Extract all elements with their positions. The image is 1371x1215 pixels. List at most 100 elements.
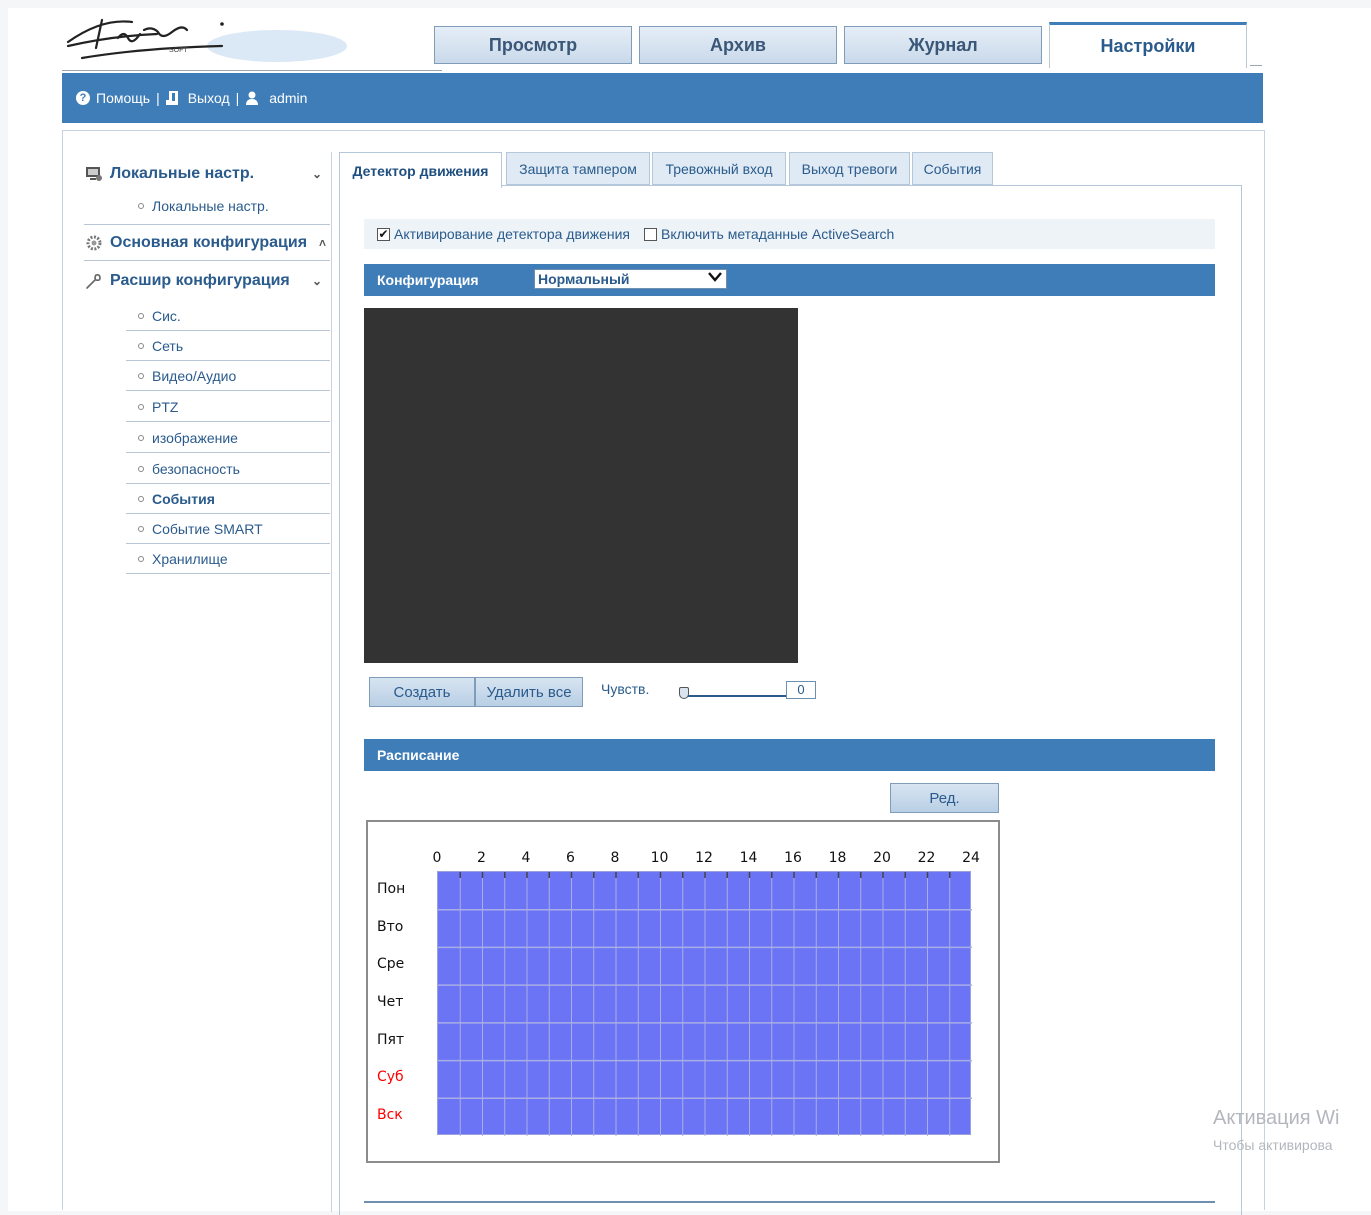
enable-motion-checkbox[interactable]: ✔: [377, 227, 390, 241]
bullet-icon: [138, 203, 144, 209]
sidebar-item-label: Сеть: [152, 337, 184, 354]
hour-label: 12: [695, 850, 713, 866]
day-label: Пят: [377, 1031, 405, 1048]
delete-all-button[interactable]: Удалить все: [475, 677, 583, 707]
sidebar-group-basic[interactable]: Основная конфигурация ˄: [84, 224, 330, 261]
bullet-icon: [138, 495, 144, 502]
sensitivity-slider-handle[interactable]: [679, 687, 689, 699]
sidebar-item-ptz[interactable]: PTZ: [126, 392, 330, 422]
metadata-checkbox[interactable]: [644, 227, 658, 241]
tab-tamper-protection[interactable]: Защита тампером: [506, 152, 650, 185]
gear-icon: [84, 235, 104, 251]
user-icon: [245, 91, 259, 105]
tab-view[interactable]: Просмотр: [434, 26, 632, 64]
user-info: admin: [245, 90, 307, 106]
tab-alarm-output[interactable]: Выход тревоги: [789, 152, 910, 185]
day-label: Сре: [377, 956, 405, 973]
logout-link[interactable]: Выход: [165, 90, 230, 106]
hour-label: 6: [566, 850, 575, 866]
top-bar: ? Помощь | Выход | admin: [62, 73, 1263, 123]
sidebar-item-image[interactable]: изображение: [126, 423, 330, 453]
wrench-icon: [84, 272, 104, 290]
logo: SOFT: [62, 8, 352, 70]
tab-events[interactable]: События: [912, 152, 993, 185]
sidebar-group-label: Основная конфигурация: [110, 233, 308, 251]
hour-label: 18: [828, 850, 847, 866]
hour-label: 2: [477, 850, 486, 866]
sidebar-item-label: Хранилище: [152, 550, 228, 567]
sidebar-item-label: PTZ: [152, 398, 179, 415]
sensitivity-slider-track[interactable]: [683, 695, 786, 697]
hour-label: 4: [521, 850, 531, 866]
help-link[interactable]: ? Помощь: [62, 90, 150, 106]
sidebar-item-label: Событие SMART: [152, 520, 263, 537]
sidebar-item-system[interactable]: Сис.: [126, 301, 330, 331]
tab-journal[interactable]: Журнал: [844, 26, 1042, 64]
sidebar-item-network[interactable]: Сеть: [126, 331, 330, 361]
schedule-grid[interactable]: [437, 871, 972, 1136]
hour-label: 0: [432, 850, 442, 866]
sidebar-item-label: изображение: [152, 429, 238, 446]
day-label: Пон: [377, 880, 406, 897]
sidebar-item-label: безопасность: [152, 460, 240, 477]
tab-underline: [1250, 65, 1262, 66]
activation-watermark: Активация Wi: [1213, 1107, 1340, 1129]
hour-label: 24: [962, 850, 980, 866]
logout-label: Выход: [187, 90, 230, 106]
edit-schedule-button[interactable]: Ред.: [890, 783, 999, 813]
activation-watermark-sub: Чтобы активирова: [1213, 1137, 1333, 1153]
create-button[interactable]: Создать: [369, 677, 475, 707]
sidebar-group-local[interactable]: Локальные настр. ⌄: [84, 155, 330, 192]
day-label: Вто: [377, 918, 404, 935]
sidebar-item-label: События: [152, 490, 215, 507]
bullet-icon: [138, 555, 144, 562]
sidebar-item-local-settings[interactable]: Локальные настр.: [126, 191, 330, 221]
day-label: Чет: [377, 994, 404, 1010]
config-label: Конфигурация: [377, 272, 479, 288]
sidebar-item-smart-events[interactable]: Событие SMART: [126, 514, 330, 544]
motion-options-row: ✔ Активирование детектора движения Включ…: [364, 219, 1215, 249]
config-bar: Конфигурация: [364, 264, 1215, 296]
day-label: Вск: [377, 1107, 403, 1124]
hour-label: 8: [610, 850, 620, 866]
sensitivity-label: Чувств.: [601, 681, 650, 697]
section-divider: [364, 1201, 1215, 1203]
bullet-icon: [138, 403, 144, 410]
tab-alarm-input[interactable]: Тревожный вход: [652, 152, 786, 185]
chevron-down-icon: ⌄: [311, 166, 322, 181]
separator: |: [156, 90, 160, 106]
hour-label: 20: [873, 850, 891, 866]
schedule-title: Расписание: [377, 747, 460, 763]
bullet-icon: [138, 312, 144, 319]
config-select[interactable]: Нормальный: [534, 269, 727, 289]
sidebar-item-label: Локальные настр.: [152, 198, 269, 214]
tab-motion-detection[interactable]: Детектор движения: [339, 152, 502, 188]
config-select-value: Нормальный: [538, 271, 630, 287]
bullet-icon: [138, 525, 144, 532]
bullet-icon: [138, 465, 144, 472]
video-preview[interactable]: [364, 308, 798, 663]
enable-motion-label: Активирование детектора движения: [394, 226, 631, 242]
bullet-icon: [138, 342, 144, 349]
sidebar-item-label: Видео/Аудио: [152, 367, 237, 384]
svg-text:SOFT: SOFT: [169, 47, 188, 54]
sidebar-item-events[interactable]: События: [126, 484, 330, 514]
tab-settings[interactable]: Настройки: [1049, 22, 1247, 68]
chevron-down-icon: ⌄: [311, 273, 322, 288]
sidebar-item-label: Сис.: [152, 307, 181, 324]
chevron-up-icon: ˄: [318, 235, 326, 250]
local-settings-icon: [84, 166, 104, 182]
day-label: Суб: [377, 1069, 404, 1086]
sensitivity-value-input[interactable]: 0: [786, 681, 816, 699]
logout-icon: [165, 90, 180, 106]
sidebar-group-advanced[interactable]: Расшир конфигурация ⌄: [84, 262, 330, 299]
bullet-icon: [138, 434, 144, 441]
help-icon: ?: [76, 91, 90, 105]
schedule-bar: Расписание: [364, 739, 1215, 771]
sidebar-item-security[interactable]: безопасность: [126, 454, 330, 484]
sidebar-item-video-audio[interactable]: Видео/Аудио: [126, 361, 330, 391]
sidebar-item-storage[interactable]: Хранилище: [126, 544, 330, 574]
tab-archive[interactable]: Архив: [639, 26, 837, 64]
sidebar-group-label: Расшир конфигурация: [110, 271, 290, 289]
hour-label: 16: [784, 850, 802, 866]
